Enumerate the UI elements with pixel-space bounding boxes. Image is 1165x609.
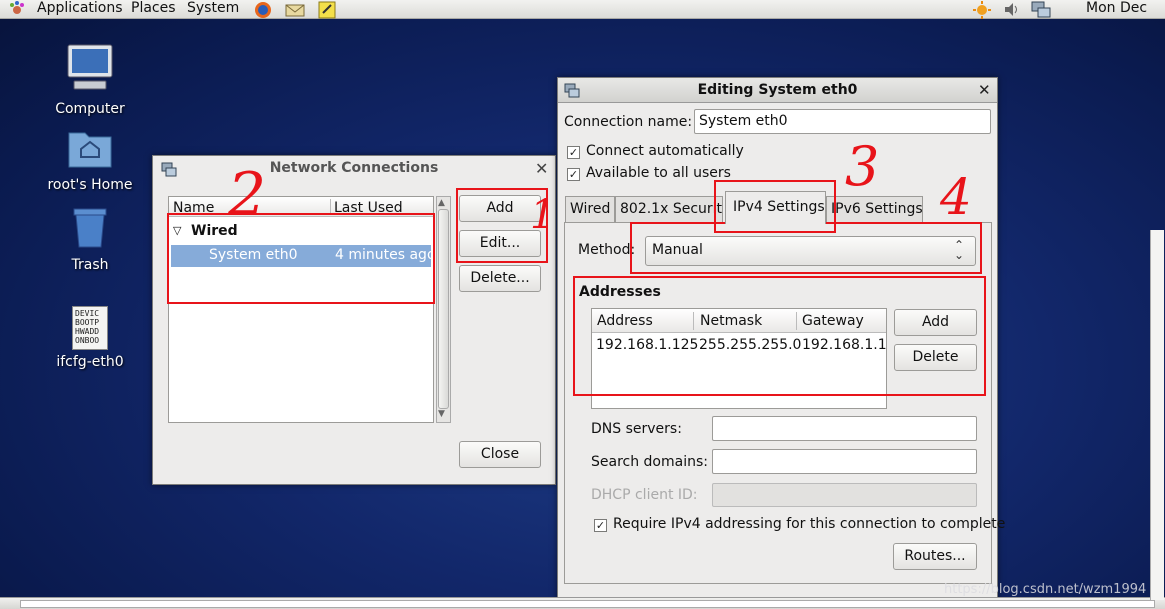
expander-icon[interactable]: ▽ xyxy=(173,224,181,237)
connection-name-field[interactable]: System eth0 xyxy=(694,109,991,134)
home-folder-icon xyxy=(35,127,145,173)
weather-sun-icon[interactable] xyxy=(972,0,992,24)
volume-icon[interactable] xyxy=(1002,0,1022,24)
clock[interactable]: Mon Dec xyxy=(1086,0,1147,17)
dhcp-client-id-field xyxy=(712,483,977,507)
desktop-icon-label: ifcfg-eth0 xyxy=(56,354,124,370)
column-divider xyxy=(693,312,694,330)
all-users-checkbox[interactable]: ✓ xyxy=(567,168,580,181)
desktop-icon-label: Computer xyxy=(55,101,125,117)
addresses-table[interactable]: Address Netmask Gateway 192.168.1.125 25… xyxy=(591,308,887,409)
addresses-header: Addresses xyxy=(579,284,661,300)
cell-address: 192.168.1.125 xyxy=(596,337,699,353)
text-file-icon: DEVIC BOOTP HWADD ONBOO xyxy=(72,306,108,350)
watermark: https://blog.csdn.net/wzm1994 xyxy=(944,582,1147,597)
network-icon[interactable] xyxy=(1030,0,1052,24)
routes-button[interactable]: Routes... xyxy=(893,543,977,570)
dns-label: DNS servers: xyxy=(591,421,682,437)
require-ipv4-label: Require IPv4 addressing for this connect… xyxy=(613,516,1006,532)
group-wired: Wired xyxy=(191,223,238,239)
tab-ipv4[interactable]: IPv4 Settings xyxy=(725,191,826,224)
row-last-used: 4 minutes ago xyxy=(335,247,436,263)
trash-icon xyxy=(35,207,145,253)
dhcp-label: DHCP client ID: xyxy=(591,487,698,503)
close-button[interactable]: Close xyxy=(459,441,541,468)
column-last-used[interactable]: Last Used xyxy=(334,200,403,216)
desktop-ifcfg[interactable]: DEVIC BOOTP HWADD ONBOO ifcfg-eth0 xyxy=(35,306,145,370)
add-button[interactable]: Add xyxy=(459,195,541,222)
tab-security[interactable]: 802.1x Security xyxy=(615,196,723,222)
column-gateway[interactable]: Gateway xyxy=(802,313,864,329)
gnome-foot-icon[interactable] xyxy=(8,0,26,18)
network-connections-window: Network Connections ✕ Name Last Used ▽ W… xyxy=(152,155,556,485)
table-row[interactable]: 192.168.1.125 255.255.255.0 192.168.1.1 xyxy=(592,335,887,357)
scroll-up-icon[interactable]: ▲ xyxy=(438,198,445,208)
column-divider xyxy=(796,312,797,330)
search-domains-label: Search domains: xyxy=(591,454,708,470)
scroll-down-icon[interactable]: ▼ xyxy=(438,409,445,419)
window-title: Network Connections xyxy=(269,160,439,176)
connection-name-label: Connection name: xyxy=(564,114,693,130)
menu-applications[interactable]: Applications xyxy=(37,0,123,17)
method-label: Method: xyxy=(578,242,636,258)
desktop-icon-label: root's Home xyxy=(47,177,133,193)
all-users-label: Available to all users xyxy=(586,165,731,181)
table-row[interactable]: System eth0 4 minutes ago xyxy=(171,245,436,267)
close-icon[interactable]: ✕ xyxy=(535,159,548,178)
addr-delete-button[interactable]: Delete xyxy=(894,344,977,371)
tab-ipv6[interactable]: IPv6 Settings xyxy=(826,196,923,222)
method-select[interactable]: Manual ⌃ ⌄ xyxy=(645,236,976,266)
top-panel: Applications Places System Mon Dec xyxy=(0,0,1165,19)
scroll-thumb[interactable] xyxy=(438,209,449,409)
cell-netmask: 255.255.255.0 xyxy=(699,337,802,353)
notes-icon[interactable] xyxy=(316,0,338,24)
edit-button[interactable]: Edit... xyxy=(459,230,541,257)
bottom-panel xyxy=(0,597,1165,609)
scrollbar[interactable]: ▲ ▼ xyxy=(436,196,451,423)
editing-window: Editing System eth0 ✕ Connection name: S… xyxy=(557,77,1005,609)
require-ipv4-checkbox[interactable]: ✓ xyxy=(594,519,607,532)
search-domains-field[interactable] xyxy=(712,449,977,474)
window-title: Editing System eth0 xyxy=(697,82,858,98)
close-icon[interactable]: ✕ xyxy=(978,81,991,99)
desktop-icon-label: Trash xyxy=(71,257,109,273)
dns-field[interactable] xyxy=(712,416,977,441)
column-address[interactable]: Address xyxy=(597,313,653,329)
column-netmask[interactable]: Netmask xyxy=(700,313,762,329)
desktop-computer[interactable]: Computer xyxy=(35,43,145,117)
column-divider xyxy=(330,199,331,215)
connect-auto-checkbox[interactable]: ✓ xyxy=(567,146,580,159)
desktop-trash[interactable]: Trash xyxy=(35,207,145,273)
horizontal-scrollbar[interactable] xyxy=(20,600,1155,608)
connect-auto-label: Connect automatically xyxy=(586,143,744,159)
mail-icon[interactable] xyxy=(284,0,306,24)
row-name: System eth0 xyxy=(209,247,298,263)
connections-list[interactable]: Name Last Used ▽ Wired System eth0 4 min… xyxy=(168,196,436,423)
menu-places[interactable]: Places xyxy=(131,0,176,17)
tab-wired[interactable]: Wired xyxy=(565,196,615,222)
desktop-home[interactable]: root's Home xyxy=(35,127,145,193)
firefox-icon[interactable] xyxy=(252,0,274,24)
right-edge-scrollbar[interactable] xyxy=(1150,230,1164,600)
column-name[interactable]: Name xyxy=(173,200,214,216)
menu-system[interactable]: System xyxy=(187,0,239,17)
computer-icon xyxy=(35,43,145,97)
addr-add-button[interactable]: Add xyxy=(894,309,977,336)
updown-arrow-icon: ⌃ ⌄ xyxy=(954,238,965,262)
cell-gateway: 192.168.1.1 xyxy=(802,337,887,353)
delete-button[interactable]: Delete... xyxy=(459,265,541,292)
